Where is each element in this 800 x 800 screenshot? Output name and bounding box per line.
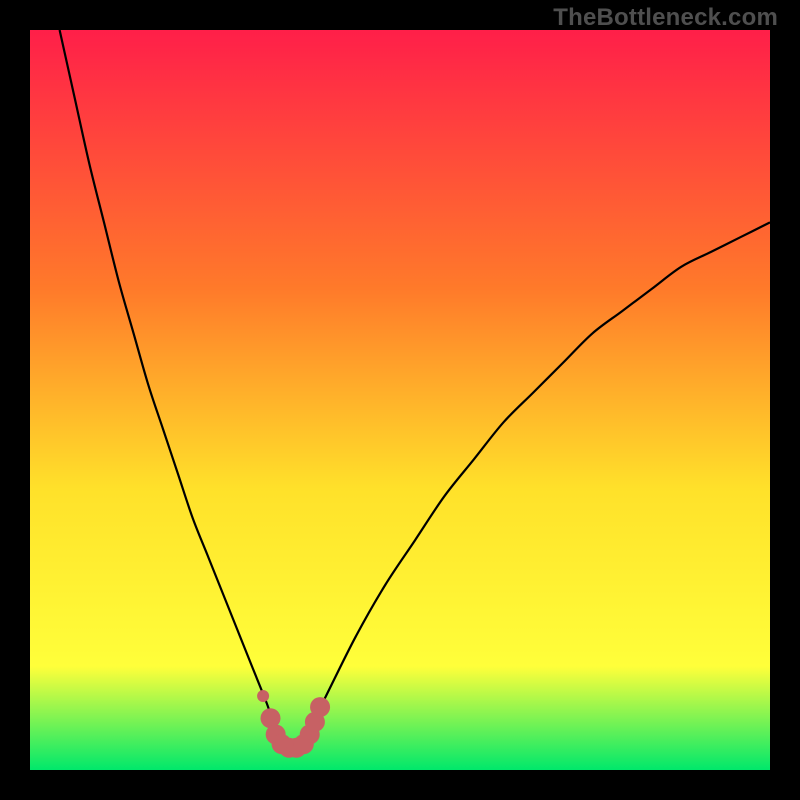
highlight-marker <box>310 697 330 717</box>
highlight-marker <box>257 690 269 702</box>
plot-area <box>30 30 770 770</box>
watermark-label: TheBottleneck.com <box>553 4 778 32</box>
gradient-background <box>30 30 770 770</box>
outer-frame: TheBottleneck.com <box>0 0 800 800</box>
bottleneck-chart <box>30 30 770 770</box>
